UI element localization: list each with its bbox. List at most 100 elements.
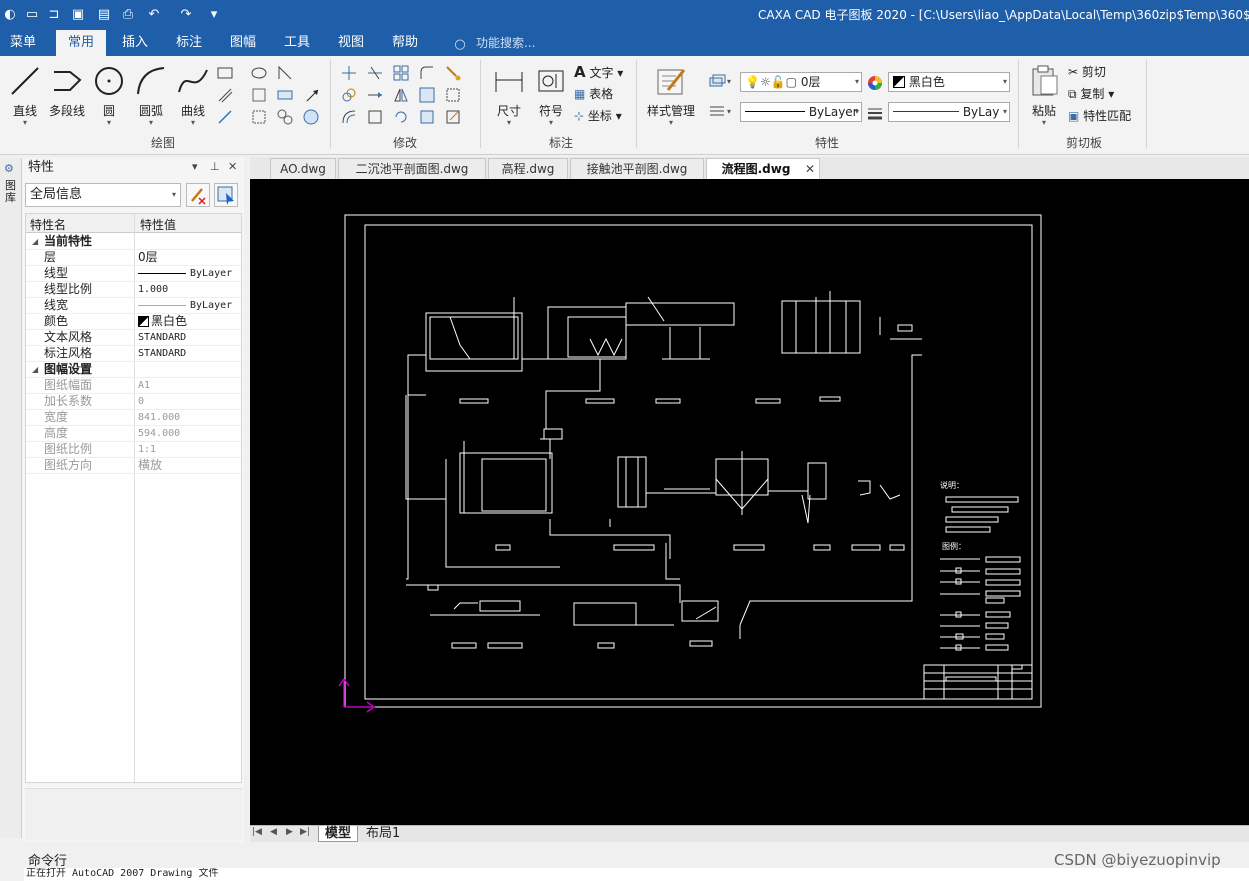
first-layout-icon[interactable]: |◀ bbox=[252, 827, 262, 837]
paste-button[interactable]: 粘贴 ▾ bbox=[1022, 64, 1066, 130]
prop-row-color[interactable]: 颜色 黑白色 bbox=[26, 314, 241, 330]
tab-secondary-clarifier[interactable]: 二沉池平剖面图.dwg bbox=[338, 158, 486, 179]
close-icon[interactable]: ✕ bbox=[228, 160, 237, 173]
symbol-button[interactable]: 符号 ▾ bbox=[528, 64, 574, 130]
properties-panel: 特性 ▾ ⊥ ✕ 全局信息 ▾ 特性名 特性值 ◢ 当前特性 层 0层 线型 ByLay… bbox=[22, 158, 244, 842]
break-icon[interactable] bbox=[366, 108, 384, 126]
menu-annotate[interactable]: 标注 bbox=[166, 30, 212, 56]
customize-icon[interactable]: ▾ bbox=[204, 3, 224, 25]
layer-combo[interactable]: 💡☼🔓▢ 0层 ▾ bbox=[740, 72, 862, 92]
tab-ao[interactable]: AO.dwg bbox=[270, 158, 336, 179]
mirror-icon[interactable] bbox=[392, 86, 410, 104]
feature-search[interactable]: 功能搜索... bbox=[476, 30, 535, 56]
cut-button[interactable]: ✂ 剪切 bbox=[1068, 62, 1106, 82]
curve-icon bbox=[178, 69, 208, 93]
linewidth-icon[interactable] bbox=[866, 104, 884, 122]
hatch-icon[interactable] bbox=[250, 86, 268, 104]
angle-line-icon[interactable] bbox=[276, 64, 294, 82]
tab-layout1[interactable]: 布局1 bbox=[360, 826, 406, 842]
app-icon[interactable]: ◐ bbox=[0, 3, 20, 25]
menu-help[interactable]: 帮助 bbox=[382, 30, 428, 56]
prop-row-linetype-scale[interactable]: 线型比例 1.000 bbox=[26, 282, 241, 298]
last-layout-icon[interactable]: ▶| bbox=[300, 827, 310, 837]
draw-group-label: 绘图 bbox=[150, 136, 175, 150]
menu-home[interactable]: 常用 bbox=[56, 30, 106, 56]
copy-object-icon[interactable] bbox=[340, 86, 358, 104]
fillet-icon[interactable] bbox=[418, 64, 436, 82]
circle-button[interactable]: 圆 ▾ bbox=[86, 64, 132, 130]
layer-manager-icon[interactable] bbox=[708, 72, 726, 90]
redo-icon[interactable]: ↷ bbox=[176, 3, 196, 25]
quick-select-button[interactable] bbox=[186, 183, 210, 207]
center-line-icon[interactable] bbox=[216, 108, 234, 126]
table-button[interactable]: ▦ 表格 bbox=[574, 84, 613, 104]
offset-icon[interactable] bbox=[340, 108, 358, 126]
menu-view[interactable]: 视图 bbox=[328, 30, 374, 56]
open-icon[interactable]: ⊐ bbox=[44, 3, 64, 25]
line-button[interactable]: 直线 ▾ bbox=[2, 64, 48, 130]
region-icon[interactable] bbox=[276, 108, 294, 126]
dimension-button[interactable]: 尺寸 ▾ bbox=[486, 64, 532, 130]
arc-button[interactable]: 圆弧 ▾ bbox=[128, 64, 174, 130]
library-strip[interactable]: ⚙ 图库 bbox=[0, 158, 22, 838]
curve-button[interactable]: 曲线 ▾ bbox=[170, 64, 216, 130]
menu-sheet[interactable]: 图幅 bbox=[220, 30, 266, 56]
undo-icon[interactable]: ↶ bbox=[144, 3, 164, 25]
scale-icon[interactable] bbox=[418, 86, 436, 104]
tab-contact-tank[interactable]: 接触池平剖图.dwg bbox=[570, 158, 704, 179]
explode-icon[interactable] bbox=[418, 108, 436, 126]
brush-icon[interactable] bbox=[444, 64, 462, 82]
save-icon[interactable]: ▣ bbox=[68, 3, 88, 25]
section-current[interactable]: ◢ 当前特性 bbox=[26, 234, 241, 250]
trim-icon[interactable] bbox=[366, 64, 384, 82]
next-layout-icon[interactable]: ▶ bbox=[286, 827, 293, 837]
rectangle-icon[interactable] bbox=[216, 64, 234, 82]
style-manager-button[interactable]: 样式管理 ▾ bbox=[644, 64, 698, 130]
prop-row-text-style[interactable]: 文本风格 STANDARD bbox=[26, 330, 241, 346]
prop-row-layer[interactable]: 层 0层 bbox=[26, 250, 241, 266]
text-button[interactable]: A 文字 ▾ bbox=[574, 62, 623, 82]
block-icon[interactable] bbox=[276, 86, 294, 104]
linetype-combo[interactable]: ByLayer ▾ bbox=[740, 102, 862, 122]
section-sheet[interactable]: ◢ 图幅设置 bbox=[26, 362, 241, 378]
ellipse-icon[interactable] bbox=[250, 64, 268, 82]
save-all-icon[interactable]: ▤ bbox=[94, 3, 114, 25]
panel-menu-icon[interactable]: ▾ bbox=[192, 160, 198, 173]
linetype-settings-icon[interactable] bbox=[708, 102, 726, 120]
print-icon[interactable]: ⎙ bbox=[118, 3, 138, 25]
move-icon[interactable] bbox=[340, 64, 358, 82]
edit-icon[interactable] bbox=[444, 108, 462, 126]
extend-icon[interactable] bbox=[366, 86, 384, 104]
boundary-icon[interactable] bbox=[250, 108, 268, 126]
point-arrow-icon[interactable] bbox=[304, 86, 322, 104]
select-objects-button[interactable] bbox=[214, 183, 238, 207]
tab-flowchart[interactable]: 流程图.dwg ✕ bbox=[706, 158, 820, 179]
parallel-line-icon[interactable] bbox=[216, 86, 234, 104]
prop-row-dim-style[interactable]: 标注风格 STANDARD bbox=[26, 346, 241, 362]
stretch-icon[interactable] bbox=[444, 86, 462, 104]
tab-model[interactable]: 模型 bbox=[318, 826, 359, 842]
copy-button[interactable]: ⧉ 复制 ▾ bbox=[1068, 84, 1114, 104]
rotate-icon[interactable] bbox=[392, 108, 410, 126]
linewidth-combo[interactable]: ByLay ▾ bbox=[888, 102, 1010, 122]
array-icon[interactable] bbox=[392, 64, 410, 82]
object-selector[interactable]: 全局信息 ▾ bbox=[25, 183, 181, 207]
globe-icon[interactable] bbox=[302, 108, 320, 126]
pin-icon[interactable]: ⊥ bbox=[210, 160, 220, 173]
menu-tools[interactable]: 工具 bbox=[274, 30, 320, 56]
menu-insert[interactable]: 插入 bbox=[112, 30, 158, 56]
menu-main[interactable]: 菜单 bbox=[0, 30, 46, 56]
prop-row-linewidth[interactable]: 线宽 ByLayer bbox=[26, 298, 241, 314]
drawing-canvas[interactable]: 说明： 图例： bbox=[250, 179, 1249, 825]
prev-layout-icon[interactable]: ◀ bbox=[270, 827, 277, 837]
close-tab-icon[interactable]: ✕ bbox=[805, 159, 815, 179]
prop-row-linetype[interactable]: 线型 ByLayer bbox=[26, 266, 241, 282]
new-icon[interactable]: ▭ bbox=[22, 3, 42, 25]
color-wheel-icon[interactable] bbox=[866, 74, 884, 92]
match-properties-button[interactable]: ▣ 特性匹配 bbox=[1068, 106, 1131, 126]
polyline-button[interactable]: 多段线 bbox=[44, 64, 90, 130]
coordinate-button[interactable]: ⊹ 坐标 ▾ bbox=[574, 106, 622, 126]
command-output[interactable]: 正在打开 AutoCAD 2007 Drawing 文件 bbox=[24, 868, 1249, 881]
tab-elevation[interactable]: 高程.dwg bbox=[488, 158, 568, 179]
color-combo[interactable]: 黑白色 ▾ bbox=[888, 72, 1010, 92]
